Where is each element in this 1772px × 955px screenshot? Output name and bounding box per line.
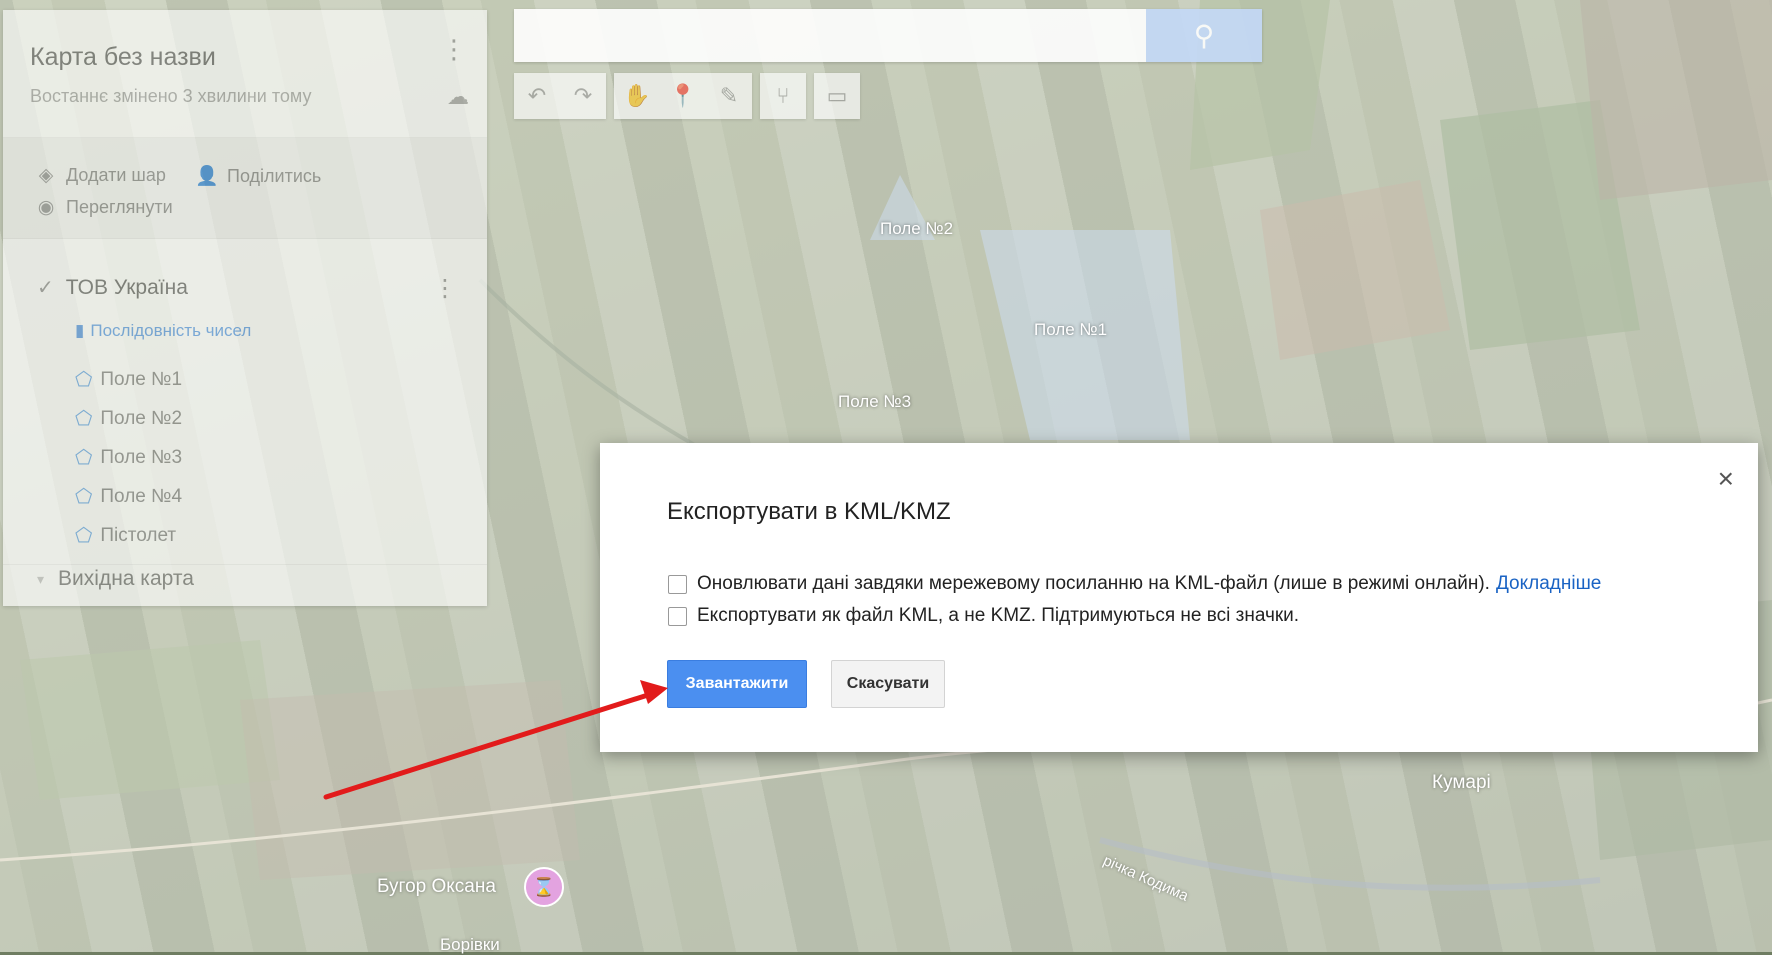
- polygon-icon: ⬠: [75, 447, 93, 469]
- directions-icon[interactable]: ⑂: [760, 73, 806, 119]
- share-label: Поділитись: [227, 165, 322, 186]
- panel-header: Карта без назви Востаннє змінено 3 хвили…: [3, 10, 487, 138]
- feature-label: Пістолет: [100, 524, 177, 546]
- feature-label: Поле №2: [100, 407, 183, 429]
- map-toolbar: ↶ ↷ ✋ 📍 ✎ ⑂ ▭: [514, 73, 868, 119]
- add-layer-button[interactable]: ◈ Додати шар: [34, 164, 166, 187]
- polygon-icon: ⬠: [75, 486, 93, 508]
- add-person-icon: 👤: [195, 166, 219, 187]
- place-label-buhor: Бугор Оксана: [377, 876, 496, 897]
- checkbox-icon[interactable]: ✓: [37, 275, 54, 300]
- search-button[interactable]: ⚲: [1146, 9, 1262, 62]
- kml-format-label: Експортувати як файл KML, а не KMZ. Підт…: [697, 605, 1300, 626]
- feature-item[interactable]: ⬠ Поле №2: [75, 406, 182, 431]
- cancel-button[interactable]: Скасувати: [831, 660, 945, 708]
- layers-icon: ◈: [38, 165, 54, 186]
- layer-style-link[interactable]: ▮ Послідовність чисел: [75, 321, 251, 341]
- base-map-row[interactable]: ▾ Вихідна карта: [37, 567, 194, 591]
- more-options-icon[interactable]: ⋮: [441, 36, 467, 62]
- hand-icon[interactable]: ✋: [614, 73, 660, 119]
- layer-section: ✓ ТОВ Україна ⋮ ▮ Послідовність чисел ⬠ …: [3, 239, 487, 565]
- undo-icon[interactable]: ↶: [514, 73, 560, 119]
- feature-label: Поле №1: [100, 368, 183, 390]
- network-link-checkbox[interactable]: [668, 574, 687, 594]
- download-button[interactable]: Завантажити: [667, 660, 807, 708]
- share-button[interactable]: 👤 Поділитись: [195, 164, 321, 188]
- feature-label: Поле №4: [100, 485, 183, 507]
- search-icon: ⚲: [1193, 20, 1215, 51]
- measure-group: ▭: [814, 73, 860, 119]
- place-label-kumari: Кумарі: [1432, 772, 1491, 793]
- layer-more-options-icon[interactable]: ⋮: [433, 274, 457, 303]
- layer-title-row[interactable]: ✓ ТОВ Україна: [37, 275, 188, 300]
- field-label-1: Поле №1: [1034, 320, 1108, 339]
- field-label-3: Поле №3: [838, 392, 912, 411]
- polygon-icon: ⬠: [75, 525, 93, 547]
- feature-item[interactable]: ⬠ Поле №3: [75, 445, 182, 470]
- kml-format-checkbox[interactable]: [668, 606, 687, 626]
- last-modified-text: Востаннє змінено 3 хвилини тому: [30, 86, 312, 106]
- preview-button[interactable]: ◉ Переглянути: [34, 196, 173, 219]
- eye-icon: ◉: [37, 197, 55, 218]
- ruler-icon[interactable]: ▭: [814, 73, 860, 119]
- expand-icon[interactable]: ▾: [37, 571, 44, 588]
- base-map-label: Вихідна карта: [58, 567, 194, 590]
- feature-item[interactable]: ⬠ Пістолет: [75, 523, 176, 548]
- panel-actions: ◈ Додати шар 👤 Поділитись ◉ Переглянути: [3, 138, 487, 239]
- place-label-borivky: Борівки: [440, 935, 500, 954]
- field-label-2: Поле №2: [880, 219, 954, 238]
- map-side-panel: Карта без назви Востаннє змінено 3 хвили…: [3, 10, 487, 606]
- dialog-title: Експортувати в KML/KMZ: [667, 498, 951, 525]
- learn-more-link[interactable]: Докладніше: [1496, 573, 1601, 594]
- polygon-icon: ⬠: [75, 369, 93, 391]
- preview-label: Переглянути: [66, 197, 173, 217]
- history-group: ↶ ↷: [514, 73, 606, 119]
- search-bar: ⚲: [514, 9, 1262, 62]
- search-input[interactable]: [514, 9, 1144, 62]
- add-layer-label: Додати шар: [66, 165, 166, 185]
- feature-label: Поле №3: [100, 446, 183, 468]
- cloud-icon: ☁: [447, 84, 469, 109]
- redo-icon[interactable]: ↷: [560, 73, 606, 119]
- place-marker-icon[interactable]: ⌛: [524, 867, 564, 907]
- export-kml-dialog: × Експортувати в KML/KMZ Оновлювати дані…: [600, 443, 1758, 752]
- kml-format-option[interactable]: Експортувати як файл KML, а не KMZ. Підт…: [668, 605, 1299, 627]
- feature-item[interactable]: ⬠ Поле №4: [75, 484, 182, 509]
- network-link-label: Оновлювати дані завдяки мережевому посил…: [697, 573, 1490, 594]
- layer-style-label: Послідовність чисел: [90, 321, 252, 340]
- tools-group: ✋ 📍 ✎: [614, 73, 752, 119]
- network-link-option[interactable]: Оновлювати дані завдяки мережевому посил…: [668, 573, 1601, 595]
- layer-name: ТОВ Україна: [65, 275, 188, 299]
- marker-icon[interactable]: 📍: [660, 73, 706, 119]
- paint-roller-icon: ▮: [75, 321, 85, 340]
- polygon-icon: ⬠: [75, 408, 93, 430]
- feature-item[interactable]: ⬠ Поле №1: [75, 367, 182, 392]
- map-title[interactable]: Карта без назви: [30, 43, 216, 72]
- draw-line-icon[interactable]: ✎: [706, 73, 752, 119]
- directions-group: ⑂: [760, 73, 806, 119]
- close-icon[interactable]: ×: [1718, 465, 1734, 493]
